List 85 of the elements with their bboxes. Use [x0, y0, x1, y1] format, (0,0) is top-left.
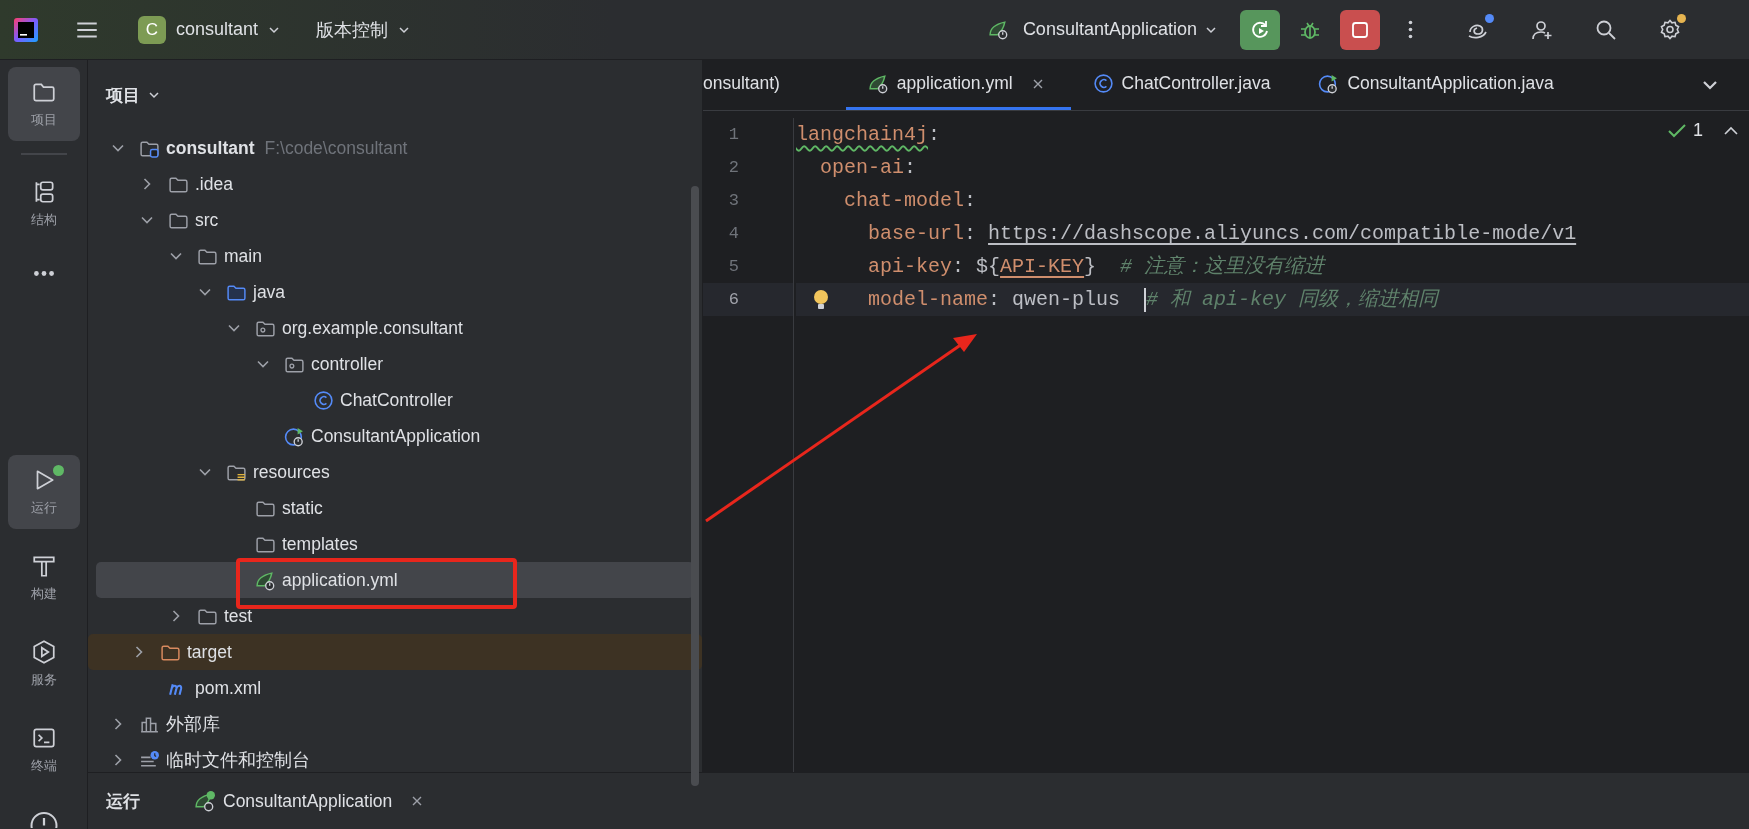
editor-tab[interactable]: application.yml: [845, 60, 1071, 110]
project-switcher[interactable]: C consultant: [132, 11, 287, 48]
tree-item-label: resources: [253, 461, 330, 483]
tree-item-label: ConsultantApplication: [311, 425, 481, 447]
services-tool-button[interactable]: 服务: [7, 627, 80, 701]
leaf-icon: [255, 569, 276, 591]
line-number: 3: [727, 190, 740, 212]
spring-class-icon: [284, 425, 305, 447]
tree-item-label: ChatController: [340, 389, 453, 411]
tree-row[interactable]: consultant F:\code\consultant: [96, 130, 694, 166]
chevron-down-icon[interactable]: [148, 89, 160, 101]
tree-item-label: test: [224, 605, 253, 627]
code-line: base-url: https://dashscope.aliyuncs.com/compatible-mode/v1: [867, 222, 1577, 245]
structure-tool-button[interactable]: 结构: [7, 167, 80, 241]
editor-tab[interactable]: onsultant): [703, 60, 806, 110]
panel-title[interactable]: 项目: [106, 83, 140, 107]
tree-row[interactable]: org.example.consultant: [96, 310, 694, 346]
tree-item-label: application.yml: [282, 569, 398, 591]
line-number: 2: [727, 157, 740, 179]
tree-row[interactable]: java: [96, 274, 694, 310]
tree-row[interactable]: test: [96, 598, 694, 634]
line-number: 4: [727, 223, 740, 245]
project-tool-button[interactable]: 项目: [7, 67, 80, 141]
tree-row[interactable]: ConsultantApplication: [96, 418, 694, 454]
spring-class-icon: [1318, 73, 1340, 94]
tree-item-label: main: [224, 245, 262, 267]
tree-row[interactable]: static: [96, 490, 694, 526]
terminal-tool-button[interactable]: 终端: [7, 713, 80, 787]
line-number: 5: [727, 256, 740, 278]
run-tab[interactable]: ConsultantApplication: [194, 790, 425, 812]
tree-row[interactable]: resources: [96, 454, 694, 490]
tree-item-label: static: [282, 497, 323, 519]
tree-row[interactable]: 外部库: [96, 706, 694, 742]
leaf-icon: [987, 19, 1009, 40]
code-line: model-name: qwen-plus # 和 api-key 同级，缩进相同: [867, 288, 1439, 311]
code-line: langchain4j:: [796, 123, 941, 146]
leaf-icon: [867, 73, 889, 94]
tree-row[interactable]: pom.xml: [96, 670, 694, 706]
tree-item-label: templates: [282, 533, 358, 555]
tree-item-label: 外部库: [166, 713, 220, 736]
run-tool-button[interactable]: 运行: [7, 455, 80, 529]
code-line: chat-model:: [843, 189, 977, 212]
running-dot: [52, 465, 64, 476]
editor-tab[interactable]: ConsultantApplication.java: [1296, 60, 1580, 110]
hammer-icon: [30, 553, 57, 579]
code-line: api-key: ${API-KEY} # 注意：这里没有缩进: [867, 255, 1325, 278]
tree-item-label: src: [195, 209, 219, 231]
app-logo-icon[interactable]: [14, 17, 38, 42]
terminal-icon: [30, 725, 57, 751]
line-number: 1: [727, 124, 740, 146]
tree-row[interactable]: 临时文件和控制台: [96, 742, 694, 778]
tree-row[interactable]: target: [88, 634, 702, 670]
tree-row[interactable]: main: [96, 238, 694, 274]
tree-row[interactable]: templates: [96, 526, 694, 562]
tree-item-label: consultant: [166, 137, 255, 159]
project-path: F:\code\consultant: [264, 137, 408, 159]
run-config-selector[interactable]: ConsultantApplication: [970, 15, 1223, 44]
editor-tab[interactable]: ChatController.java: [1070, 60, 1297, 110]
tree-item-label: controller: [311, 353, 383, 375]
tree-row[interactable]: ChatController: [96, 382, 694, 418]
run-panel-title: 运行: [106, 790, 140, 813]
class-icon: [1092, 73, 1114, 94]
tree-row[interactable]: .idea: [96, 166, 694, 202]
tree-row[interactable]: application.yml: [96, 562, 694, 598]
tree-item-label: org.example.consultant: [282, 317, 463, 339]
lightbulb-icon[interactable]: [811, 289, 831, 311]
rerun-button[interactable]: [1240, 9, 1280, 50]
tree-row[interactable]: src: [96, 202, 694, 238]
tree-item-label: target: [187, 641, 232, 663]
vcs-menu[interactable]: 版本控制: [310, 13, 417, 46]
tree-item-label: pom.xml: [195, 677, 262, 699]
scrollbar[interactable]: [691, 186, 699, 786]
tree-item-label: java: [253, 281, 286, 303]
build-tool-button[interactable]: 构建: [7, 541, 80, 615]
checkmark-icon[interactable]: [1667, 121, 1687, 140]
tree-item-label: 临时文件和控制台: [166, 749, 310, 772]
code-line: open-ai:: [819, 156, 917, 179]
stop-button[interactable]: [1340, 9, 1380, 50]
class-icon: [313, 389, 334, 411]
services-icon: [30, 639, 57, 665]
tree-row[interactable]: controller: [96, 346, 694, 382]
settings-icon: [1658, 17, 1682, 42]
tree-item-label: .idea: [195, 173, 233, 195]
more-icon: [1407, 20, 1413, 39]
inspection-count[interactable]: 1: [1693, 120, 1703, 141]
